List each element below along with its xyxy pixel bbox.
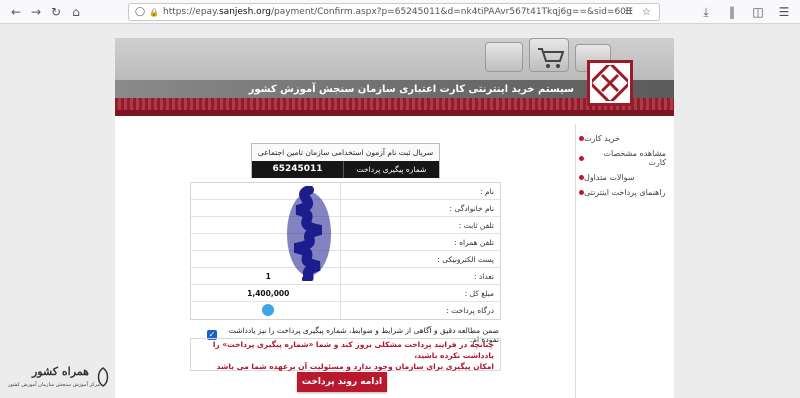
- continue-payment-button[interactable]: ادامه روند پرداخت: [297, 372, 387, 392]
- menu-icon[interactable]: ☰: [774, 2, 794, 22]
- url-bar[interactable]: ◯ 🔒 https://epay.sanjesh.org/payment/Con…: [128, 3, 660, 21]
- table-row: مبلغ کل : 1,400,000: [191, 285, 500, 302]
- serial-title: سریال ثبت نام آزمون استخدامی سازمان تامی…: [252, 144, 439, 174]
- table-row: نام :: [191, 183, 500, 200]
- tracking-row: 65245011 شماره پیگیری پرداخت: [252, 161, 439, 178]
- bullet-icon: [579, 190, 584, 195]
- row-label: پست الکترونیکی :: [437, 255, 494, 264]
- ornament-border: [115, 110, 674, 116]
- sidebar-item-label: مشاهده مشخصات کارت: [603, 149, 666, 167]
- redaction-scribble: [287, 186, 331, 281]
- forward-icon[interactable]: →: [26, 2, 46, 22]
- total-amount-value: 1,400,000: [191, 285, 341, 301]
- sidebar-item-payment-guide[interactable]: راهنمای پرداخت اینترنتی: [576, 188, 666, 197]
- cart-key-icon: [529, 38, 569, 72]
- banner: سیستم خرید اینترنتی کارت اعتباری سازمان …: [115, 38, 674, 116]
- page-container: سیستم خرید اینترنتی کارت اعتباری سازمان …: [115, 38, 674, 398]
- sidebar: خرید کارت مشاهده مشخصات کارت سوالات متدا…: [575, 124, 674, 398]
- warning-line: امکان پیگیری برای سازمان وجود ندارد و مس…: [216, 362, 494, 371]
- table-row: درگاه پرداخت :: [191, 302, 500, 319]
- sidebar-item-faq[interactable]: سوالات متداول: [576, 173, 666, 182]
- toolbar-right: ⤓ ‖ ◫ ☰: [696, 2, 794, 22]
- sidebar-item-label: سوالات متداول: [584, 173, 635, 182]
- row-label: نام خانوادگی :: [449, 204, 494, 213]
- table-row: تلفن همراه :: [191, 234, 500, 251]
- row-label: درگاه پرداخت :: [446, 306, 494, 315]
- watermark-subtitle: مرکز آموزش سنجش سازمان آموزش کشور: [8, 382, 100, 388]
- bullet-icon: [579, 155, 584, 161]
- watermark: همراه کشور مرکز آموزش سنجش سازمان آموزش …: [8, 364, 109, 394]
- sidebar-item-view-card[interactable]: مشاهده مشخصات کارت: [576, 149, 666, 167]
- payment-info-table: نام : نام خانوادگی : تلفن ثابت : تلفن هم…: [190, 182, 501, 320]
- sidebar-item-label: خرید کارت: [584, 134, 620, 143]
- lock-icon: 🔒: [149, 7, 160, 17]
- row-label: نام :: [480, 187, 494, 196]
- tracking-label: شماره پیگیری پرداخت: [344, 161, 439, 178]
- table-row: تعداد :1: [191, 268, 500, 285]
- gateway-value: [191, 302, 341, 319]
- sanjesh-logo-icon: [587, 60, 633, 106]
- key-shape: [485, 42, 523, 72]
- shield-icon: ◯: [135, 7, 146, 17]
- table-row: نام خانوادگی :: [191, 200, 500, 217]
- row-label: مبلغ کل :: [464, 289, 494, 298]
- bookmark-star-icon[interactable]: ☆: [642, 7, 651, 18]
- browser-toolbar: ← → ↻ ⌂ ◯ 🔒 https://epay.sanjesh.org/pay…: [0, 0, 800, 24]
- watermark-logo-icon: [97, 367, 109, 387]
- bullet-icon: [579, 175, 584, 180]
- url-text: https://epay.sanjesh.org/payment/Confirm…: [163, 7, 632, 17]
- bullet-icon: [579, 136, 584, 141]
- back-icon[interactable]: ←: [6, 2, 26, 22]
- tracking-number: 65245011: [252, 161, 344, 178]
- home-icon[interactable]: ⌂: [66, 2, 86, 22]
- sidebar-icon[interactable]: ◫: [748, 2, 768, 22]
- bank-gateway-icon[interactable]: [262, 304, 275, 316]
- table-row: پست الکترونیکی :: [191, 251, 500, 268]
- row-label: تلفن ثابت :: [458, 221, 494, 230]
- warning-box: چنانچه در فرایند پرداخت مشکلی بروز کند و…: [190, 338, 501, 371]
- table-row: تلفن ثابت :: [191, 217, 500, 234]
- row-label: تعداد :: [474, 272, 494, 281]
- banner-title: سیستم خرید اینترنتی کارت اعتباری سازمان …: [248, 84, 574, 95]
- watermark-title: همراه کشور: [32, 365, 89, 378]
- sidebar-item-buy-card[interactable]: خرید کارت: [576, 134, 666, 143]
- serial-header: سریال ثبت نام آزمون استخدامی سازمان تامی…: [251, 143, 440, 178]
- row-label: تلفن همراه :: [454, 238, 494, 247]
- reader-icon[interactable]: ☷: [625, 7, 633, 17]
- reload-icon[interactable]: ↻: [46, 2, 66, 22]
- warning-line: چنانچه در فرایند پرداخت مشکلی بروز کند و…: [212, 340, 494, 360]
- library-icon[interactable]: ‖: [722, 2, 742, 22]
- sidebar-item-label: راهنمای پرداخت اینترنتی: [584, 188, 666, 197]
- downloads-icon[interactable]: ⤓: [696, 2, 716, 22]
